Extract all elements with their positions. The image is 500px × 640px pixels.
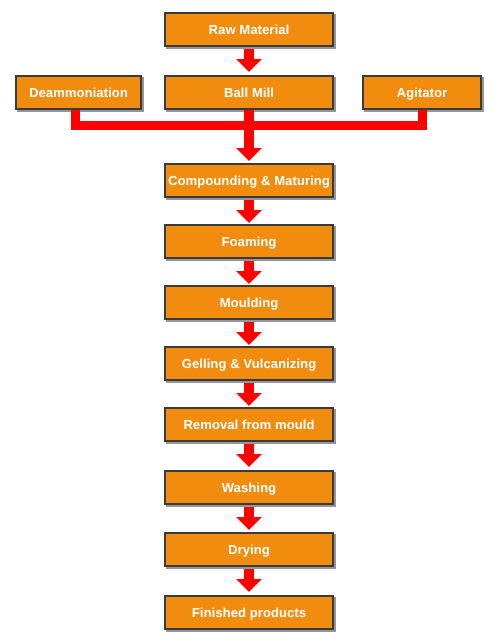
arrow-raw-material-to-ball-mill	[236, 49, 262, 72]
node-label: Moulding	[219, 295, 279, 310]
node-label: Removal from mould	[183, 417, 315, 432]
node-gelling-vulcanizing[interactable]: Gelling & Vulcanizing	[164, 346, 334, 381]
node-label: Deammoniation	[29, 85, 128, 100]
node-label: Compounding & Maturing	[168, 173, 330, 188]
node-deammoniation[interactable]: Deammoniation	[15, 75, 142, 110]
arrow-foaming-to-moulding	[236, 261, 262, 284]
arrow-bus-to-compounding	[236, 121, 262, 162]
arrow-washing-to-drying	[236, 507, 262, 530]
node-label: Washing	[221, 480, 277, 495]
node-label: Finished products	[191, 605, 307, 620]
node-label: Agitator	[396, 85, 448, 100]
arrow-compounding-to-foaming	[236, 200, 262, 223]
process-flowchart: Raw Material Deammoniation Ball Mill Agi…	[0, 0, 500, 640]
node-label: Foaming	[221, 234, 277, 249]
node-finished-products[interactable]: Finished products	[164, 595, 334, 630]
node-ball-mill[interactable]: Ball Mill	[164, 75, 334, 110]
node-moulding[interactable]: Moulding	[164, 285, 334, 320]
arrow-moulding-to-gelling	[236, 322, 262, 345]
node-washing[interactable]: Washing	[164, 470, 334, 505]
node-removal-from-mould[interactable]: Removal from mould	[164, 407, 334, 442]
node-label: Gelling & Vulcanizing	[181, 356, 317, 371]
arrow-removal-to-washing	[236, 444, 262, 467]
node-agitator[interactable]: Agitator	[362, 75, 482, 110]
node-foaming[interactable]: Foaming	[164, 224, 334, 259]
node-raw-material[interactable]: Raw Material	[164, 12, 334, 47]
arrow-drying-to-finished	[236, 569, 262, 592]
node-label: Raw Material	[208, 22, 290, 37]
node-label: Ball Mill	[223, 85, 275, 100]
node-label: Drying	[228, 542, 270, 557]
node-compounding-maturing[interactable]: Compounding & Maturing	[164, 163, 334, 198]
node-drying[interactable]: Drying	[164, 532, 334, 567]
arrow-gelling-to-removal	[236, 383, 262, 406]
